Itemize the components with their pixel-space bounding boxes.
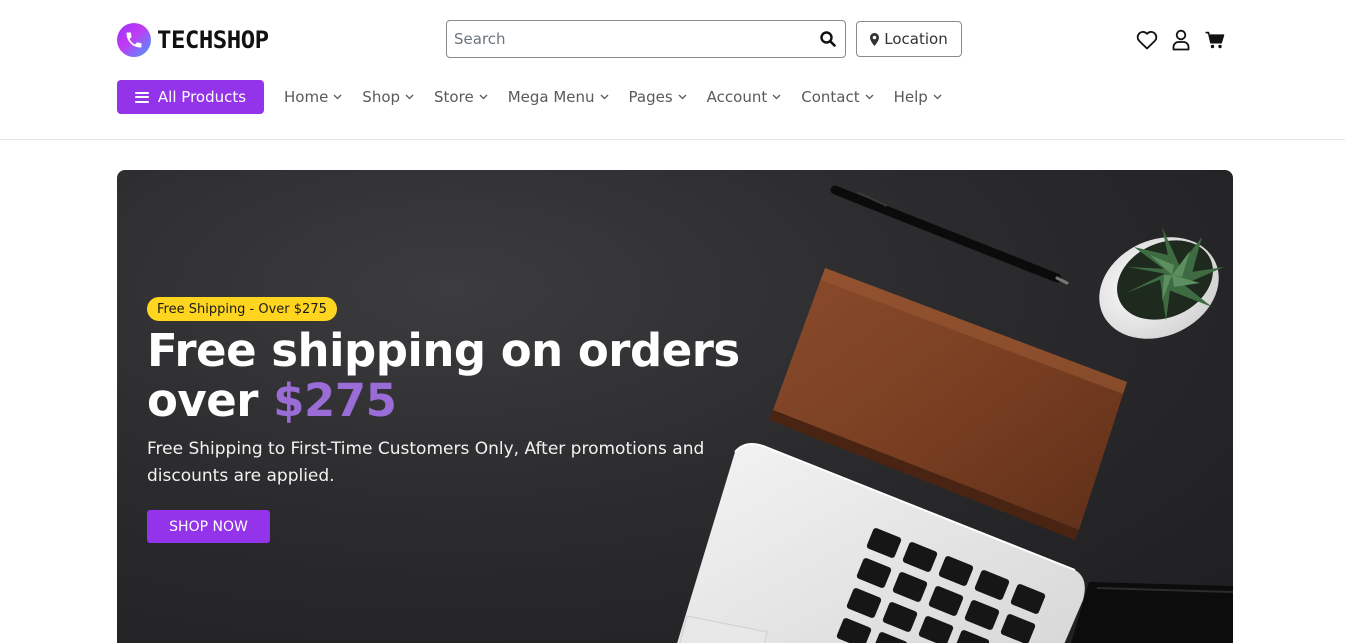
location-button[interactable]: Location	[856, 21, 962, 57]
chevron-down-icon	[405, 94, 414, 100]
search-button[interactable]	[811, 21, 845, 57]
hero-banner: Free Shipping - Over $275 Free shipping …	[117, 170, 1233, 643]
nav-item-help[interactable]: Help	[894, 88, 942, 106]
nav-item-label: Store	[434, 88, 474, 106]
chevron-down-icon	[678, 94, 687, 100]
pen	[830, 185, 1069, 285]
nav-item-shop[interactable]: Shop	[362, 88, 414, 106]
hero-title-prefix: over	[147, 374, 258, 427]
free-shipping-badge: Free Shipping - Over $275	[147, 297, 337, 321]
search-icon	[820, 31, 836, 47]
nav-item-pages[interactable]: Pages	[629, 88, 687, 106]
cart-icon	[1205, 31, 1225, 49]
site-header: TECHSHOP Location	[0, 0, 1345, 140]
nav-item-label: Account	[706, 88, 768, 106]
wishlist-button[interactable]	[1134, 28, 1160, 52]
nav-item-label: Shop	[362, 88, 401, 106]
nav-item-account[interactable]: Account	[707, 88, 782, 106]
nav-item-home[interactable]: Home	[284, 88, 342, 106]
hero-subtitle: Free Shipping to First-Time Customers On…	[147, 439, 705, 486]
map-marker-icon	[870, 32, 880, 46]
plant	[1099, 227, 1224, 339]
brand-name: TECHSHOP	[157, 26, 269, 54]
search-bar	[446, 20, 846, 58]
nav-item-label: Mega Menu	[507, 88, 595, 106]
nav-item-label: Contact	[801, 88, 860, 106]
shop-now-button[interactable]: SHOP NOW	[147, 510, 270, 543]
nav-item-mega-menu[interactable]: Mega Menu	[508, 88, 609, 106]
main-nav: Home Shop Store Mega Menu Pages Account …	[284, 80, 962, 114]
chevron-down-icon	[479, 94, 488, 100]
all-products-label: All Products	[157, 88, 247, 106]
nav-item-store[interactable]: Store	[434, 88, 488, 106]
header-actions	[1134, 28, 1236, 52]
cart-button[interactable]	[1202, 28, 1228, 52]
nav-item-label: Help	[893, 88, 928, 106]
brand-logo[interactable]: TECHSHOP	[117, 22, 269, 58]
chevron-down-icon	[772, 94, 781, 100]
all-products-button[interactable]: All Products	[117, 80, 264, 114]
chevron-down-icon	[600, 94, 608, 100]
menu-icon	[134, 91, 149, 103]
hero-title-line1: Free shipping on orders	[147, 324, 740, 377]
chevron-down-icon	[933, 94, 942, 100]
location-label: Location	[884, 30, 948, 48]
phone-icon	[117, 23, 151, 57]
nav-item-label: Home	[284, 88, 329, 106]
hero-title: Free shipping on orders over $275	[147, 326, 767, 426]
chevron-down-icon	[865, 94, 874, 100]
chevron-down-icon	[333, 94, 342, 100]
hero-title-price: $275	[273, 374, 397, 427]
smartphone	[1071, 582, 1233, 643]
nav-item-contact[interactable]: Contact	[801, 88, 874, 106]
search-input[interactable]	[447, 21, 811, 57]
user-icon	[1172, 29, 1190, 51]
nav-item-label: Pages	[628, 88, 673, 106]
account-button[interactable]	[1168, 28, 1194, 52]
heart-icon	[1136, 31, 1158, 50]
